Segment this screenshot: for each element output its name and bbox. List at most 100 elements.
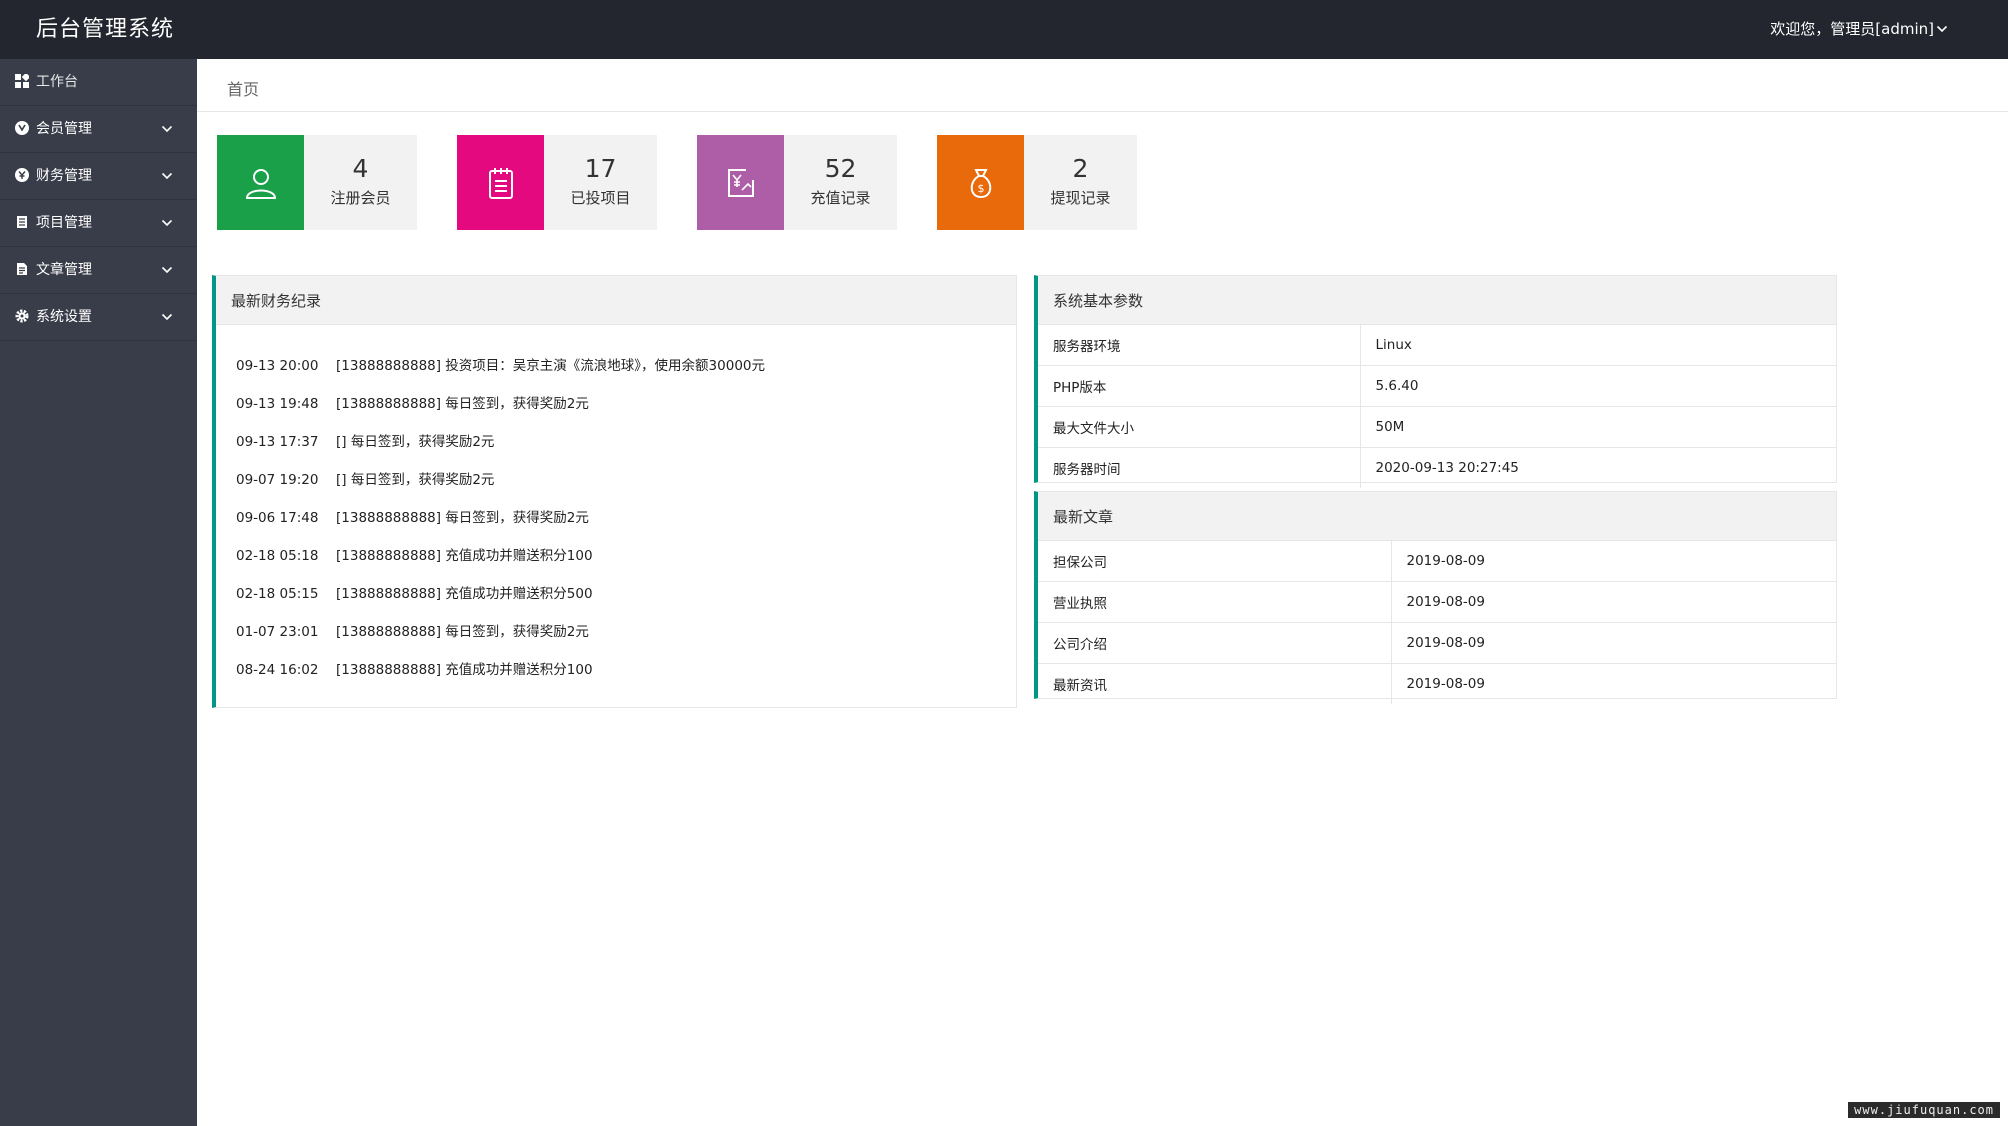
stat-icon-box xyxy=(697,135,784,230)
main-content: 首页 4 注册会员 17 已投项目 52 充值记录 $ 2 提现记录 最新财务纪… xyxy=(197,59,2008,1126)
table-row[interactable]: 最新资讯 2019-08-09 xyxy=(1038,663,1836,704)
watermark: www.jiufuquan.com xyxy=(1848,1102,2000,1118)
app-title: 后台管理系统 xyxy=(36,17,175,42)
settings-icon xyxy=(15,309,29,323)
latest-articles-table: 担保公司 2019-08-09 营业执照 2019-08-09 公司介绍 2019-0… xyxy=(1038,541,1836,704)
stat-value: 2 xyxy=(1072,154,1089,183)
breadcrumb-home[interactable]: 首页 xyxy=(227,80,259,99)
finance-records-panel: 最新财务纪录 09-13 20:00 [13888888888] 投资项目：吴京主… xyxy=(212,275,1017,708)
sidebar-item-label: 项目管理 xyxy=(36,215,92,231)
article-date: 2019-08-09 xyxy=(1406,676,1485,692)
table-row[interactable]: 担保公司 2019-08-09 xyxy=(1038,541,1836,582)
param-value: 50M xyxy=(1360,406,1836,448)
finance-record: 09-13 19:48 [13888888888] 每日签到，获得奖励2元 xyxy=(236,385,1016,423)
article-date: 2019-08-09 xyxy=(1391,541,1836,582)
stat-value: 4 xyxy=(352,154,369,183)
system-params-table: 服务器环境 Linux PHP版本 5.6.40 最大文件大小 50M 服务器时间 20… xyxy=(1038,325,1836,488)
record-text: [13888888888] 充值成功并赠送积分100 xyxy=(336,548,593,564)
sidebar-item-label: 财务管理 xyxy=(36,168,92,184)
sidebar-item-label: 系统设置 xyxy=(36,309,92,325)
table-row: PHP版本 5.6.40 xyxy=(1038,365,1836,407)
param-key: 服务器时间 xyxy=(1038,447,1361,488)
chevron-down-icon xyxy=(161,125,173,133)
param-value: 2020-09-13 20:27:45 xyxy=(1375,460,1519,476)
stat-label: 提现记录 xyxy=(1050,189,1111,207)
stat-value: 17 xyxy=(584,154,617,183)
clipboard-icon xyxy=(489,168,513,199)
finance-record: 08-24 16:02 [13888888888] 充值成功并赠送积分100 xyxy=(236,651,1016,689)
breadcrumb: 首页 xyxy=(197,59,2008,112)
chevron-down-icon xyxy=(161,172,173,180)
sidebar: 工作台 会员管理 财务管理 项目管理 文章管理 系统设置 xyxy=(0,59,197,1126)
record-text: [13888888888] 充值成功并赠送积分500 xyxy=(336,586,593,602)
finance-record: 09-13 20:00 [13888888888] 投资项目：吴京主演《流浪地球》… xyxy=(236,347,1016,385)
sidebar-item-label: 会员管理 xyxy=(36,121,92,137)
record-text: [13888888888] 每日签到，获得奖励2元 xyxy=(336,510,589,526)
param-key: PHP版本 xyxy=(1038,365,1361,407)
table-row: 服务器时间 2020-09-13 20:27:45 xyxy=(1038,447,1836,488)
article-title[interactable]: 营业执照 xyxy=(1038,581,1392,623)
record-time: 09-13 20:00 xyxy=(236,358,319,374)
param-value: Linux xyxy=(1360,325,1836,366)
chevron-down-icon xyxy=(1936,25,1948,33)
stat-card-withdraw[interactable]: $ 2 提现记录 xyxy=(937,135,1137,230)
finance-record: 02-18 05:15 [13888888888] 充值成功并赠送积分500 xyxy=(236,575,1016,613)
panel-title: 系统基本参数 xyxy=(1038,276,1836,325)
user-greeting: 欢迎您，管理员[admin] xyxy=(1770,20,1934,38)
stat-card-projects[interactable]: 17 已投项目 xyxy=(457,135,657,230)
finance-record: 02-18 05:18 [13888888888] 充值成功并赠送积分100 xyxy=(236,537,1016,575)
user-menu[interactable]: 欢迎您，管理员[admin] xyxy=(1770,0,1948,59)
article-date: 2019-08-09 xyxy=(1391,581,1836,623)
stat-card-members[interactable]: 4 注册会员 xyxy=(217,135,417,230)
finance-record: 09-13 17:37 [] 每日签到，获得奖励2元 xyxy=(236,423,1016,461)
record-time: 01-07 23:01 xyxy=(236,624,319,640)
chevron-down-icon xyxy=(161,266,173,274)
sidebar-item-finance[interactable]: 财务管理 xyxy=(0,153,197,200)
table-row[interactable]: 营业执照 2019-08-09 xyxy=(1038,581,1836,623)
record-time: 09-06 17:48 xyxy=(236,510,319,526)
sidebar-item-dashboard[interactable]: 工作台 xyxy=(0,59,197,106)
stat-label: 注册会员 xyxy=(330,189,391,207)
param-key: 服务器环境 xyxy=(1038,325,1361,366)
record-text: [13888888888] 每日签到，获得奖励2元 xyxy=(336,396,589,412)
sidebar-item-settings[interactable]: 系统设置 xyxy=(0,294,197,341)
sidebar-item-label: 文章管理 xyxy=(36,262,92,278)
article-date: 2019-08-09 xyxy=(1391,622,1836,664)
finance-icon xyxy=(15,168,29,182)
record-time: 09-13 19:48 xyxy=(236,396,319,412)
sidebar-item-members[interactable]: 会员管理 xyxy=(0,106,197,153)
project-icon xyxy=(17,216,27,228)
system-params-panel: 系统基本参数 服务器环境 Linux PHP版本 5.6.40 最大文件大小 50M … xyxy=(1034,275,1837,488)
chevron-down-icon xyxy=(161,219,173,227)
record-text: [] 每日签到，获得奖励2元 xyxy=(336,434,495,450)
stat-icon-box xyxy=(217,135,304,230)
user-icon xyxy=(245,169,277,199)
record-time: 02-18 05:18 xyxy=(236,548,319,564)
record-time: 09-13 17:37 xyxy=(236,434,319,450)
svg-text:$: $ xyxy=(978,182,985,195)
recharge-icon xyxy=(728,169,754,197)
top-header: 后台管理系统 欢迎您，管理员[admin] xyxy=(0,0,2008,59)
finance-record-list: 09-13 20:00 [13888888888] 投资项目：吴京主演《流浪地球》… xyxy=(216,325,1016,689)
panel-title: 最新财务纪录 xyxy=(216,276,1016,325)
panel-title: 最新文章 xyxy=(1038,492,1836,541)
param-key: 最大文件大小 xyxy=(1038,406,1361,448)
record-text: [] 每日签到，获得奖励2元 xyxy=(336,472,495,488)
article-title[interactable]: 公司介绍 xyxy=(1038,622,1392,664)
money-bag-icon: $ xyxy=(970,169,992,199)
stat-value: 52 xyxy=(824,154,857,183)
record-time: 09-07 19:20 xyxy=(236,472,319,488)
article-title[interactable]: 担保公司 xyxy=(1038,541,1392,582)
chevron-down-icon xyxy=(161,313,173,321)
stat-icon-box xyxy=(457,135,544,230)
article-icon xyxy=(17,263,27,275)
stat-card-recharge[interactable]: 52 充值记录 xyxy=(697,135,897,230)
record-time: 08-24 16:02 xyxy=(236,662,319,678)
stat-icon-box: $ xyxy=(937,135,1024,230)
sidebar-item-label: 工作台 xyxy=(36,74,78,90)
sidebar-item-projects[interactable]: 项目管理 xyxy=(0,200,197,247)
table-row[interactable]: 公司介绍 2019-08-09 xyxy=(1038,622,1836,664)
param-value: 5.6.40 xyxy=(1360,365,1836,407)
article-title[interactable]: 最新资讯 xyxy=(1038,663,1392,704)
sidebar-item-articles[interactable]: 文章管理 xyxy=(0,247,197,294)
